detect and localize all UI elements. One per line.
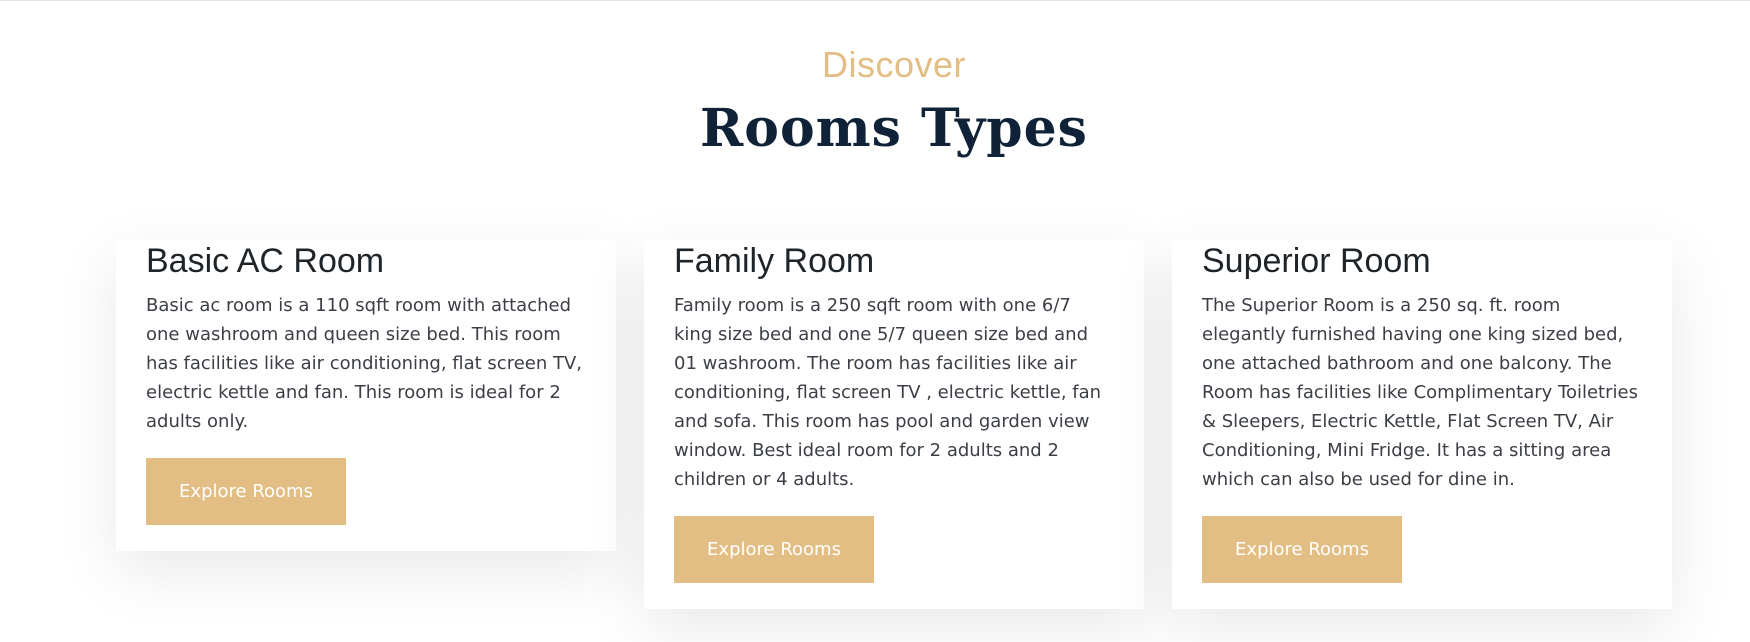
top-divider: [0, 0, 1750, 1]
room-types-section: Discover Rooms Types Basic AC Room Basic…: [0, 0, 1750, 642]
explore-rooms-button[interactable]: Explore Rooms: [146, 458, 346, 525]
room-card-superior: Superior Room The Superior Room is a 250…: [1172, 240, 1672, 609]
room-card-description: Family room is a 250 sqft room with one …: [674, 295, 1102, 490]
room-card-title: Basic AC Room: [146, 242, 385, 280]
room-card-description: Basic ac room is a 110 sqft room with at…: [146, 295, 583, 432]
room-card-basic-ac: Basic AC Room Basic ac room is a 110 sqf…: [116, 240, 616, 551]
room-card-title: Family Room: [674, 242, 875, 280]
section-eyebrow: Discover: [821, 44, 967, 85]
section-title: Rooms Types: [700, 98, 1088, 159]
room-card-title: Superior Room: [1202, 242, 1431, 280]
room-card-family: Family Room Family room is a 250 sqft ro…: [644, 240, 1144, 609]
room-card-description: The Superior Room is a 250 sq. ft. room …: [1202, 295, 1638, 490]
explore-rooms-button[interactable]: Explore Rooms: [1202, 516, 1402, 583]
explore-rooms-button[interactable]: Explore Rooms: [674, 516, 874, 583]
